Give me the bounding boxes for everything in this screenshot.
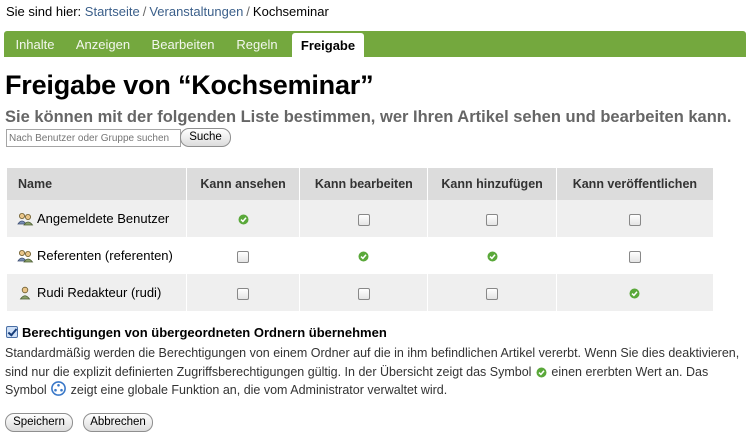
checkmark-icon [536,367,547,377]
breadcrumb-separator: / [142,4,147,19]
breadcrumb-link-startseite[interactable]: Startseite [85,4,140,19]
principal-cell: Rudi Redakteur (rudi) [7,274,187,311]
breadcrumb-prefix: Sie sind hier: [6,4,82,19]
perm-publish-cell [556,274,715,311]
inherit-permissions-row[interactable]: Berechtigungen von übergeordneten Ordner… [6,325,387,340]
permissions-table: Name Kann ansehen Kann bearbeiten Kann h… [7,168,715,311]
perm-add-cell[interactable] [427,200,557,237]
principal-cell: Angemeldete Benutzer [7,200,187,237]
column-header-view: Kann ansehen [186,168,301,200]
principal-name: Angemeldete Benutzer [37,210,170,226]
tab-inhalte[interactable]: Inhalte [4,31,66,57]
perm-publish-cell[interactable] [556,200,715,237]
search-button[interactable]: Suche [180,128,231,147]
principal-name: Rudi Redakteur (rudi) [37,284,162,300]
column-header-publish: Kann veröffentlichen [556,168,715,200]
perm-view-cell[interactable] [186,274,301,311]
tab-bearbeiten[interactable]: Bearbeiten [140,31,226,57]
breadcrumb-link-veranstaltungen[interactable]: Veranstaltungen [149,4,243,19]
help-text-part3: zeigt eine globale Funktion an, die vom … [70,383,448,397]
column-header-edit: Kann bearbeiten [299,168,429,200]
save-button[interactable]: Speichern [5,413,73,432]
breadcrumb-separator: / [246,4,250,19]
breadcrumb: Sie sind hier: Startseite / Veranstaltunge… [6,4,329,19]
perm-add-cell[interactable] [427,274,557,311]
perm-view-cell [186,200,301,237]
perm-checkbox[interactable] [628,250,641,263]
global-function-icon [51,381,67,396]
table-row: Angemeldete Benutzer [7,200,715,237]
column-header-add: Kann hinzufügen [427,168,557,200]
perm-add-cell [427,237,557,274]
inherit-permissions-label[interactable]: Berechtigungen von übergeordneten Ordner… [22,325,387,340]
page-title: Freigabe von “Kochseminar” [5,70,374,100]
table-header-row: Name Kann ansehen Kann bearbeiten Kann h… [7,168,715,200]
perm-checkbox[interactable] [237,250,250,263]
cancel-button[interactable]: Abbrechen [83,413,153,432]
breadcrumb-current: Kochseminar [252,4,329,19]
search-input[interactable] [6,129,181,147]
checkmark-icon [358,251,369,262]
help-text: Standardmäßig werden die Berechtigungen … [5,344,745,400]
tab-regeln[interactable]: Regeln [226,31,288,57]
table-row: Rudi Redakteur (rudi) [7,274,715,311]
perm-checkbox[interactable] [486,213,499,226]
column-header-name: Name [7,168,187,200]
perm-checkbox[interactable] [357,287,370,300]
perm-checkbox[interactable] [486,287,499,300]
page-subtitle: Sie können mit der folgenden Liste besti… [5,108,732,126]
perm-checkbox[interactable] [237,287,250,300]
checkmark-icon [487,251,498,262]
perm-edit-cell[interactable] [299,274,429,311]
inherit-permissions-checkbox[interactable] [6,326,18,338]
table-row: Referenten (referenten) [7,237,715,274]
checkmark-icon [629,288,640,299]
checkmark-icon [238,214,249,225]
principal-name: Referenten (referenten) [37,247,173,263]
group-icon [17,213,34,226]
group-icon [17,250,34,263]
perm-checkbox[interactable] [357,213,370,226]
tab-anzeigen[interactable]: Anzeigen [66,31,140,57]
perm-edit-cell[interactable] [299,200,429,237]
perm-checkbox[interactable] [628,213,641,226]
tab-bar: Inhalte Anzeigen Bearbeiten Regeln Freig… [4,31,746,57]
perm-view-cell[interactable] [186,237,301,274]
perm-publish-cell[interactable] [556,237,715,274]
principal-cell: Referenten (referenten) [7,237,187,274]
tab-freigabe[interactable]: Freigabe [292,33,364,57]
perm-edit-cell [299,237,429,274]
user-icon [19,287,31,300]
